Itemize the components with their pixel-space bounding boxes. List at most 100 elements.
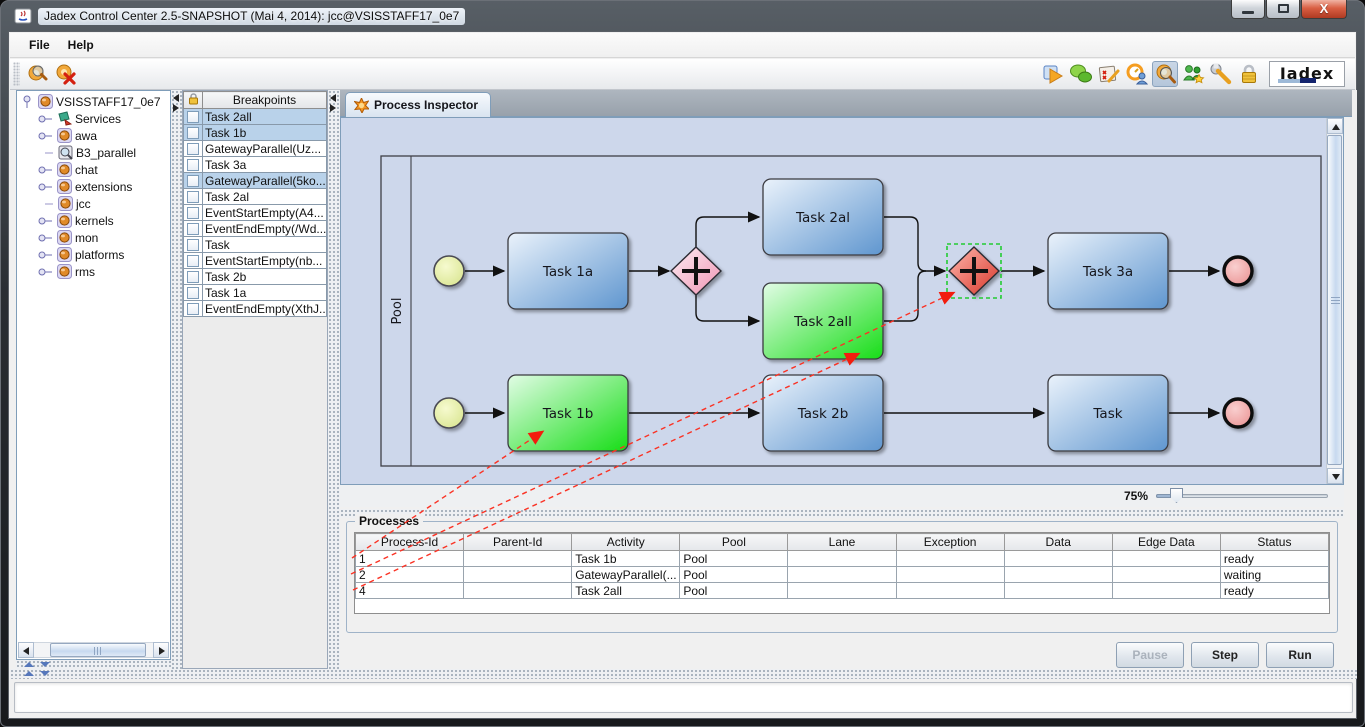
bpmn-task-2all[interactable]: Task 2all bbox=[763, 283, 883, 359]
minimize-button[interactable] bbox=[1231, 0, 1265, 19]
scroll-right-button[interactable] bbox=[153, 642, 169, 658]
maximize-button[interactable] bbox=[1266, 0, 1300, 19]
expanded-handle-icon[interactable] bbox=[21, 95, 33, 109]
tree-item-b3-parallel[interactable]: B3_parallel bbox=[19, 144, 168, 161]
breakpoint-row[interactable]: EventStartEmpty(nb... bbox=[184, 253, 327, 269]
breakpoint-checkbox[interactable] bbox=[187, 159, 199, 171]
scroll-up-button[interactable] bbox=[1327, 118, 1343, 134]
tree-item-extensions[interactable]: extensions bbox=[19, 178, 168, 195]
expand-right-icon[interactable] bbox=[173, 104, 179, 112]
breakpoint-checkbox[interactable] bbox=[187, 239, 199, 251]
breakpoint-row[interactable]: Task 2all bbox=[184, 109, 327, 125]
end-event-top[interactable] bbox=[1224, 257, 1252, 285]
menu-file[interactable]: File bbox=[20, 35, 59, 55]
column-header[interactable]: Lane bbox=[788, 534, 896, 551]
remove-platform-button[interactable] bbox=[52, 61, 78, 87]
tree-item-rms[interactable]: rms bbox=[19, 263, 168, 280]
column-header[interactable]: Process-Id bbox=[356, 534, 464, 551]
breakpoint-checkbox[interactable] bbox=[187, 127, 199, 139]
breakpoint-row[interactable]: Task bbox=[184, 237, 327, 253]
column-header[interactable]: Pool bbox=[680, 534, 788, 551]
tree-root-platform[interactable]: VSISSTAFF17_0e7 bbox=[19, 93, 168, 110]
bpmn-task-3a[interactable]: Task 3a bbox=[1048, 233, 1168, 309]
end-event-bottom[interactable] bbox=[1224, 399, 1252, 427]
scrollbar-thumb[interactable] bbox=[50, 643, 146, 657]
menu-help[interactable]: Help bbox=[59, 35, 103, 55]
column-header[interactable]: Data bbox=[1004, 534, 1112, 551]
breakpoint-row[interactable]: Task 1b bbox=[184, 125, 327, 141]
collapsed-handle-icon[interactable] bbox=[38, 114, 52, 124]
column-header[interactable]: Parent-Id bbox=[464, 534, 572, 551]
breakpoints-inspector-divider[interactable] bbox=[328, 90, 340, 669]
tab-process-inspector[interactable]: Process Inspector bbox=[345, 92, 491, 117]
security-plugin-button[interactable] bbox=[1236, 61, 1262, 87]
starter-plugin-button[interactable] bbox=[1040, 61, 1066, 87]
process-row[interactable]: 4 Task 2all Pool ready bbox=[356, 583, 1329, 599]
tree-item-awa[interactable]: awa bbox=[19, 127, 168, 144]
expand-up-icon[interactable] bbox=[24, 662, 34, 667]
breakpoint-checkbox[interactable] bbox=[187, 271, 199, 283]
conversation-plugin-button[interactable] bbox=[1068, 61, 1094, 87]
collapse-down-icon[interactable] bbox=[40, 671, 50, 676]
tree-item-kernels[interactable]: kernels bbox=[19, 212, 168, 229]
breakpoint-checkbox[interactable] bbox=[187, 207, 199, 219]
tree-item-platforms[interactable]: platforms bbox=[19, 246, 168, 263]
expand-right-icon[interactable] bbox=[330, 104, 336, 112]
awareness-plugin-button[interactable] bbox=[1124, 61, 1150, 87]
bpmn-gateway-split[interactable] bbox=[671, 247, 721, 295]
inspector-processes-divider[interactable] bbox=[340, 509, 1344, 518]
collapsed-handle-icon[interactable] bbox=[38, 216, 52, 226]
tree-item-jcc[interactable]: jcc bbox=[19, 195, 168, 212]
settings-plugin-button[interactable] bbox=[1208, 61, 1234, 87]
breakpoint-row[interactable]: Task 3a bbox=[184, 157, 327, 173]
tree-breakpoints-divider[interactable] bbox=[171, 90, 182, 669]
bpmn-task-1a[interactable]: Task 1a bbox=[508, 233, 628, 309]
column-header[interactable]: Edge Data bbox=[1112, 534, 1220, 551]
breakpoint-checkbox[interactable] bbox=[187, 255, 199, 267]
column-header[interactable]: Status bbox=[1220, 534, 1328, 551]
tree-split-divider[interactable] bbox=[16, 660, 171, 669]
breakpoint-checkbox[interactable] bbox=[187, 223, 199, 235]
breakpoints-header[interactable]: Breakpoints bbox=[203, 92, 327, 109]
bpmn-gateway-join-selected[interactable] bbox=[947, 244, 1001, 298]
tree-item-mon[interactable]: mon bbox=[19, 229, 168, 246]
test-center-plugin-button[interactable] bbox=[1096, 61, 1122, 87]
scroll-left-button[interactable] bbox=[18, 642, 34, 658]
close-button[interactable]: X bbox=[1301, 0, 1347, 19]
column-header[interactable]: Activity bbox=[572, 534, 680, 551]
scroll-down-button[interactable] bbox=[1327, 468, 1343, 484]
collapsed-handle-icon[interactable] bbox=[38, 165, 52, 175]
bpmn-task-2b[interactable]: Task 2b bbox=[763, 375, 883, 451]
tree-item-chat[interactable]: chat bbox=[19, 161, 168, 178]
scrollbar-track[interactable] bbox=[34, 642, 153, 658]
step-button[interactable]: Step bbox=[1191, 642, 1259, 668]
breakpoint-checkbox[interactable] bbox=[187, 287, 199, 299]
bpmn-task-2al[interactable]: Task 2al bbox=[763, 179, 883, 255]
breakpoint-checkbox[interactable] bbox=[187, 111, 199, 123]
breakpoint-row[interactable]: GatewayParallel(5ko... bbox=[184, 173, 327, 189]
start-event-top[interactable] bbox=[434, 256, 464, 286]
breakpoint-row[interactable]: Task 2al bbox=[184, 189, 327, 205]
pause-button[interactable]: Pause bbox=[1116, 642, 1184, 668]
collapsed-handle-icon[interactable] bbox=[38, 233, 52, 243]
diagram-vertical-scrollbar[interactable] bbox=[1326, 118, 1343, 484]
collapse-left-icon[interactable] bbox=[173, 94, 179, 102]
scrollbar-track[interactable] bbox=[1327, 134, 1343, 468]
jadex-logo[interactable]: Jadex bbox=[1269, 61, 1345, 87]
zoom-slider[interactable] bbox=[1156, 488, 1328, 504]
breakpoint-checkbox[interactable] bbox=[187, 303, 199, 315]
process-row[interactable]: 1 Task 1b Pool ready bbox=[356, 551, 1329, 567]
breakpoint-row[interactable]: Task 2b bbox=[184, 269, 327, 285]
collapsed-handle-icon[interactable] bbox=[38, 131, 52, 141]
breakpoint-row[interactable]: EventEndEmpty(XthJ... bbox=[184, 301, 327, 317]
column-header[interactable]: Exception bbox=[896, 534, 1004, 551]
collapsed-handle-icon[interactable] bbox=[38, 182, 52, 192]
run-button[interactable]: Run bbox=[1266, 642, 1334, 668]
simulation-plugin-button[interactable] bbox=[1180, 61, 1206, 87]
slider-thumb[interactable] bbox=[1170, 488, 1183, 503]
status-split-divider[interactable] bbox=[10, 669, 1357, 679]
collapsed-handle-icon[interactable] bbox=[38, 267, 52, 277]
breakpoint-row[interactable]: EventEndEmpty(/Wd... bbox=[184, 221, 327, 237]
toolbar-grip[interactable] bbox=[13, 62, 20, 86]
add-platform-button[interactable] bbox=[24, 61, 50, 87]
